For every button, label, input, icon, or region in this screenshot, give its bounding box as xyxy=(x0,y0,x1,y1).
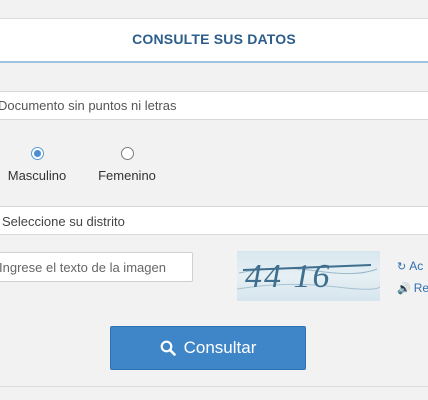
radio-label-femenino: Femenino xyxy=(98,168,156,183)
panel-title: CONSULTE SUS DATOS xyxy=(132,31,296,47)
document-input[interactable] xyxy=(0,92,428,119)
bottom-divider xyxy=(0,386,428,387)
search-icon xyxy=(160,340,176,356)
document-field-wrap xyxy=(0,91,428,120)
captcha-input[interactable] xyxy=(0,253,192,281)
radio-label-masculino: Masculino xyxy=(7,168,67,183)
radio-masculino[interactable] xyxy=(30,147,44,160)
district-select[interactable]: Seleccione su distrito xyxy=(0,206,428,235)
captcha-audio-link[interactable]: 🔊 Re xyxy=(397,281,428,295)
consultar-button-label: Consultar xyxy=(183,338,257,357)
captcha-field-wrap xyxy=(0,252,193,282)
radio-femenino[interactable] xyxy=(120,147,134,160)
captcha-image: 44 16 xyxy=(237,251,380,301)
captcha-audio-label: Re xyxy=(413,281,428,295)
gender-option-femenino[interactable]: Femenino xyxy=(94,147,160,183)
speaker-icon: 🔊 xyxy=(397,283,411,295)
captcha-refresh-link[interactable]: ↻ Ac xyxy=(397,259,423,273)
consultar-button[interactable]: Consultar xyxy=(110,326,306,370)
district-selected-value: Seleccione su distrito xyxy=(2,214,125,229)
refresh-icon: ↻ xyxy=(397,261,407,273)
captcha-image-text: 44 16 xyxy=(245,258,332,295)
gender-option-masculino[interactable]: Masculino xyxy=(4,147,70,183)
panel-header: CONSULTE SUS DATOS xyxy=(0,19,428,63)
captcha-refresh-label: Ac xyxy=(409,259,424,273)
